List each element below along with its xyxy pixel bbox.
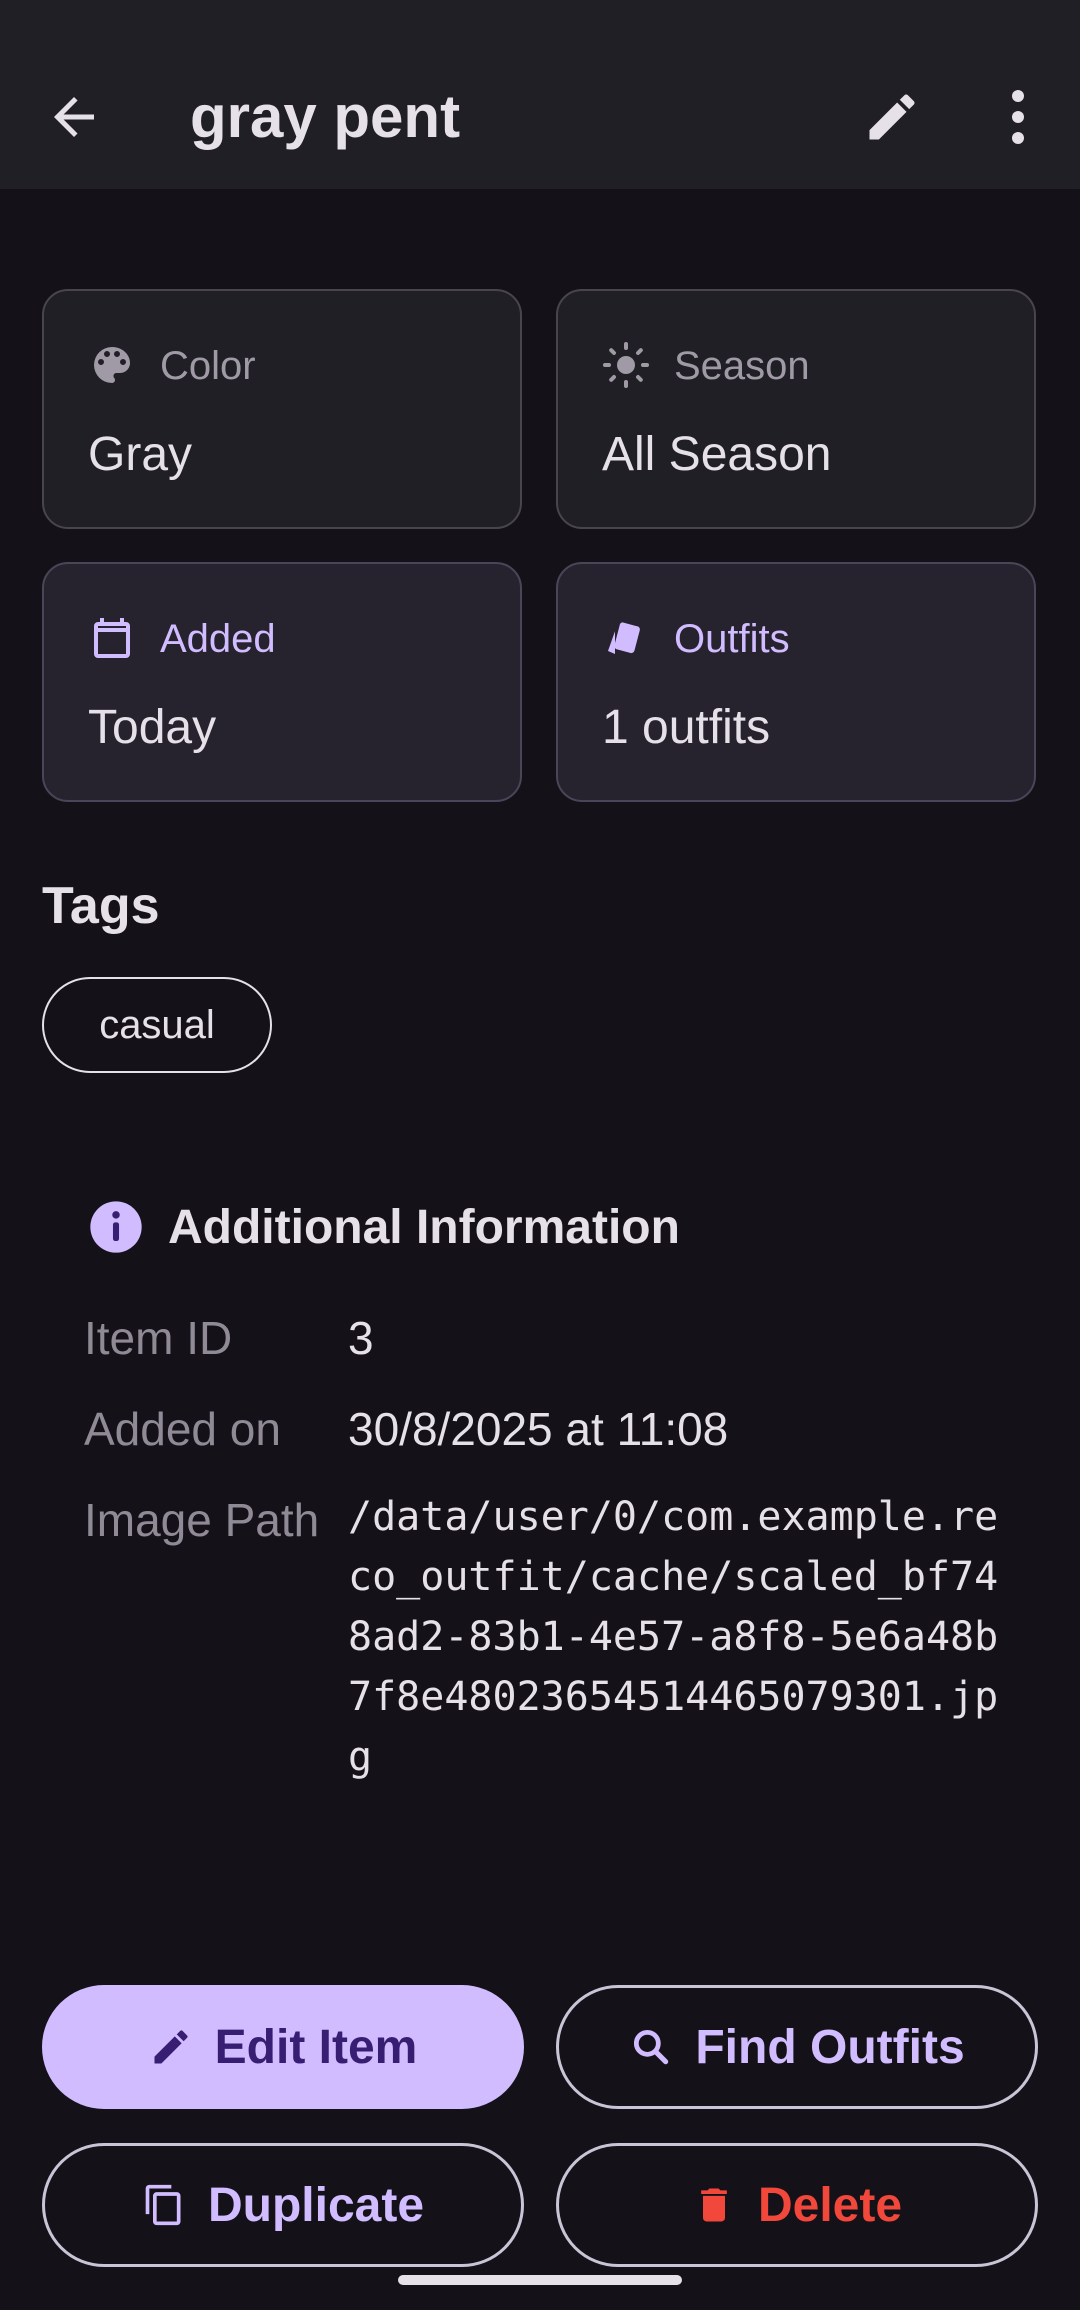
pencil-icon <box>154 2030 188 2064</box>
added-on-value: 30/8/2025 at 11:08 <box>348 1403 729 1455</box>
added-card: Added Today <box>42 562 522 802</box>
added-on-label: Added on <box>84 1403 281 1455</box>
edit-pencil-icon[interactable] <box>862 87 922 147</box>
image-path-label: Image Path <box>84 1494 320 1546</box>
outfits-value: 1 outfits <box>602 701 771 754</box>
duplicate-button[interactable]: Duplicate <box>42 2143 524 2267</box>
color-card: Color Gray <box>42 289 522 529</box>
style-cards-icon <box>602 614 650 662</box>
find-outfits-button[interactable]: Find Outfits <box>556 1985 1038 2109</box>
additional-information-heading: Additional Information <box>168 1201 680 1254</box>
more-vert-icon[interactable] <box>1000 87 1036 147</box>
edit-item-button[interactable]: Edit Item <box>42 1985 524 2109</box>
palette-icon <box>88 341 136 389</box>
delete-label: Delete <box>757 2178 903 2232</box>
sun-icon <box>602 341 650 389</box>
image-path-value: /data/user/0/com.example.reco_outfit/cac… <box>348 1494 999 1780</box>
outfits-card[interactable]: Outfits 1 outfits <box>556 562 1036 802</box>
gesture-navigation-bar[interactable] <box>398 2275 682 2285</box>
season-label: Season <box>674 344 810 388</box>
color-value: Gray <box>88 428 193 481</box>
find-outfits-label: Find Outfits <box>695 2020 965 2074</box>
search-icon <box>634 2029 669 2065</box>
tags-heading: Tags <box>42 877 160 935</box>
outfits-label: Outfits <box>674 617 790 661</box>
color-label: Color <box>160 344 256 388</box>
copy-icon <box>145 2184 181 2226</box>
added-label: Added <box>160 617 276 661</box>
added-value: Today <box>88 701 217 754</box>
back-arrow-icon[interactable] <box>44 87 104 147</box>
trash-icon <box>701 2188 727 2222</box>
item-id-label: Item ID <box>84 1312 233 1364</box>
duplicate-label: Duplicate <box>207 2178 425 2232</box>
page-title: gray pent <box>190 83 461 150</box>
tag-chip-casual[interactable]: casual <box>42 977 272 1073</box>
calendar-icon <box>88 614 136 662</box>
edit-item-label: Edit Item <box>214 2020 418 2074</box>
info-icon <box>88 1199 144 1255</box>
item-id-value: 3 <box>348 1312 374 1364</box>
season-card: Season All Season <box>556 289 1036 529</box>
delete-button[interactable]: Delete <box>556 2143 1038 2267</box>
top-app-bar: gray pent <box>0 0 1080 189</box>
season-value: All Season <box>602 428 832 481</box>
